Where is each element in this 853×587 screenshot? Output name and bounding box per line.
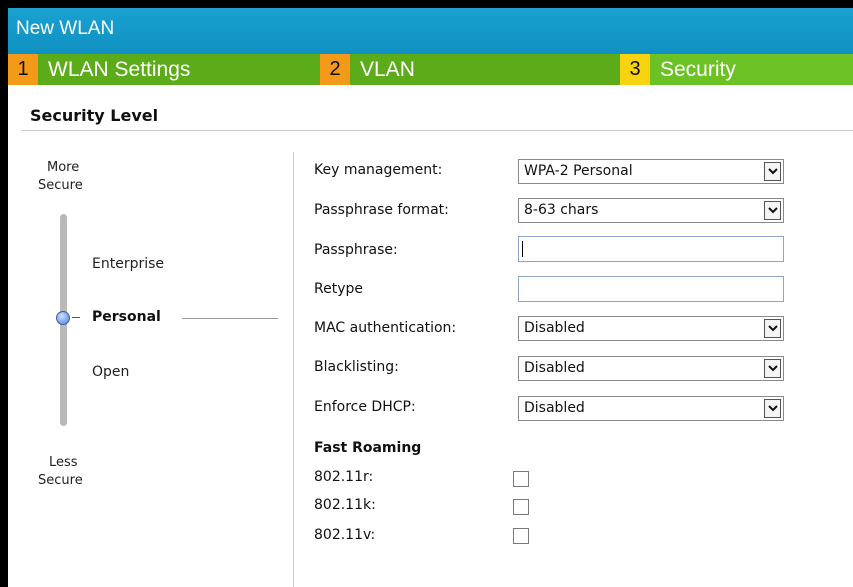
mac-authentication-select[interactable]: Disabled bbox=[518, 316, 784, 341]
roaming-80211r-checkbox[interactable] bbox=[513, 471, 529, 487]
fast-roaming-heading: Fast Roaming bbox=[314, 440, 422, 456]
roaming-80211v-checkbox[interactable] bbox=[513, 528, 529, 544]
roaming-80211r-label: 802.11r: bbox=[314, 469, 374, 485]
slider-knob[interactable] bbox=[56, 311, 70, 325]
window-border bbox=[0, 0, 8, 587]
level-indicator-line bbox=[182, 318, 278, 319]
slider-top-label-1: More bbox=[47, 160, 80, 175]
chevron-down-icon[interactable] bbox=[764, 201, 781, 220]
level-open[interactable]: Open bbox=[92, 364, 129, 380]
section-divider bbox=[22, 130, 853, 131]
tab-number: 2 bbox=[320, 54, 350, 85]
section-title: Security Level bbox=[30, 106, 159, 125]
passphrase-format-label: Passphrase format: bbox=[314, 202, 449, 218]
wizard-tabs: 1 WLAN Settings 2 VLAN 3 Security bbox=[8, 54, 853, 85]
chevron-down-icon[interactable] bbox=[764, 162, 781, 181]
tab-number: 3 bbox=[620, 54, 650, 85]
passphrase-input[interactable] bbox=[518, 236, 784, 262]
window-title: New WLAN bbox=[16, 18, 115, 39]
roaming-80211k-label: 802.11k: bbox=[314, 497, 376, 513]
chevron-down-icon[interactable] bbox=[764, 399, 781, 418]
new-wlan-dialog: New WLAN 1 WLAN Settings 2 VLAN 3 Securi… bbox=[0, 0, 853, 587]
roaming-80211k-checkbox[interactable] bbox=[513, 499, 529, 515]
tab-label: VLAN bbox=[360, 58, 415, 81]
passphrase-format-select[interactable]: 8-63 chars bbox=[518, 198, 784, 223]
tab-label: WLAN Settings bbox=[48, 58, 191, 81]
slider-bottom-label-2: Secure bbox=[38, 473, 83, 488]
tab-label: Security bbox=[660, 58, 736, 81]
blacklisting-label: Blacklisting: bbox=[314, 359, 399, 375]
select-value: Disabled bbox=[524, 320, 585, 336]
title-bar: New WLAN bbox=[8, 0, 853, 54]
level-enterprise[interactable]: Enterprise bbox=[92, 256, 164, 272]
vertical-divider bbox=[293, 152, 294, 587]
enforce-dhcp-label: Enforce DHCP: bbox=[314, 399, 416, 415]
slider-top-label-2: Secure bbox=[38, 178, 83, 193]
retype-label: Retype bbox=[314, 281, 363, 297]
tab-security[interactable]: 3 Security bbox=[620, 54, 853, 85]
blacklisting-select[interactable]: Disabled bbox=[518, 356, 784, 381]
chevron-down-icon[interactable] bbox=[764, 359, 781, 378]
chevron-down-icon[interactable] bbox=[764, 319, 781, 338]
key-management-select[interactable]: WPA-2 Personal bbox=[518, 159, 784, 184]
slider-bottom-label-1: Less bbox=[49, 455, 78, 470]
tab-vlan[interactable]: 2 VLAN bbox=[320, 54, 616, 85]
tab-wlan-settings[interactable]: 1 WLAN Settings bbox=[8, 54, 308, 85]
enforce-dhcp-select[interactable]: Disabled bbox=[518, 396, 784, 421]
level-personal[interactable]: Personal bbox=[92, 309, 161, 325]
mac-authentication-label: MAC authentication: bbox=[314, 320, 457, 336]
key-management-label: Key management: bbox=[314, 162, 443, 178]
select-value: WPA-2 Personal bbox=[524, 163, 633, 179]
retype-input[interactable] bbox=[518, 276, 784, 302]
tab-number: 1 bbox=[8, 54, 38, 85]
knob-pointer bbox=[72, 317, 80, 318]
roaming-80211v-label: 802.11v: bbox=[314, 527, 376, 543]
passphrase-label: Passphrase: bbox=[314, 242, 398, 258]
select-value: 8-63 chars bbox=[524, 202, 599, 218]
text-caret bbox=[522, 241, 523, 257]
select-value: Disabled bbox=[524, 400, 585, 416]
select-value: Disabled bbox=[524, 360, 585, 376]
